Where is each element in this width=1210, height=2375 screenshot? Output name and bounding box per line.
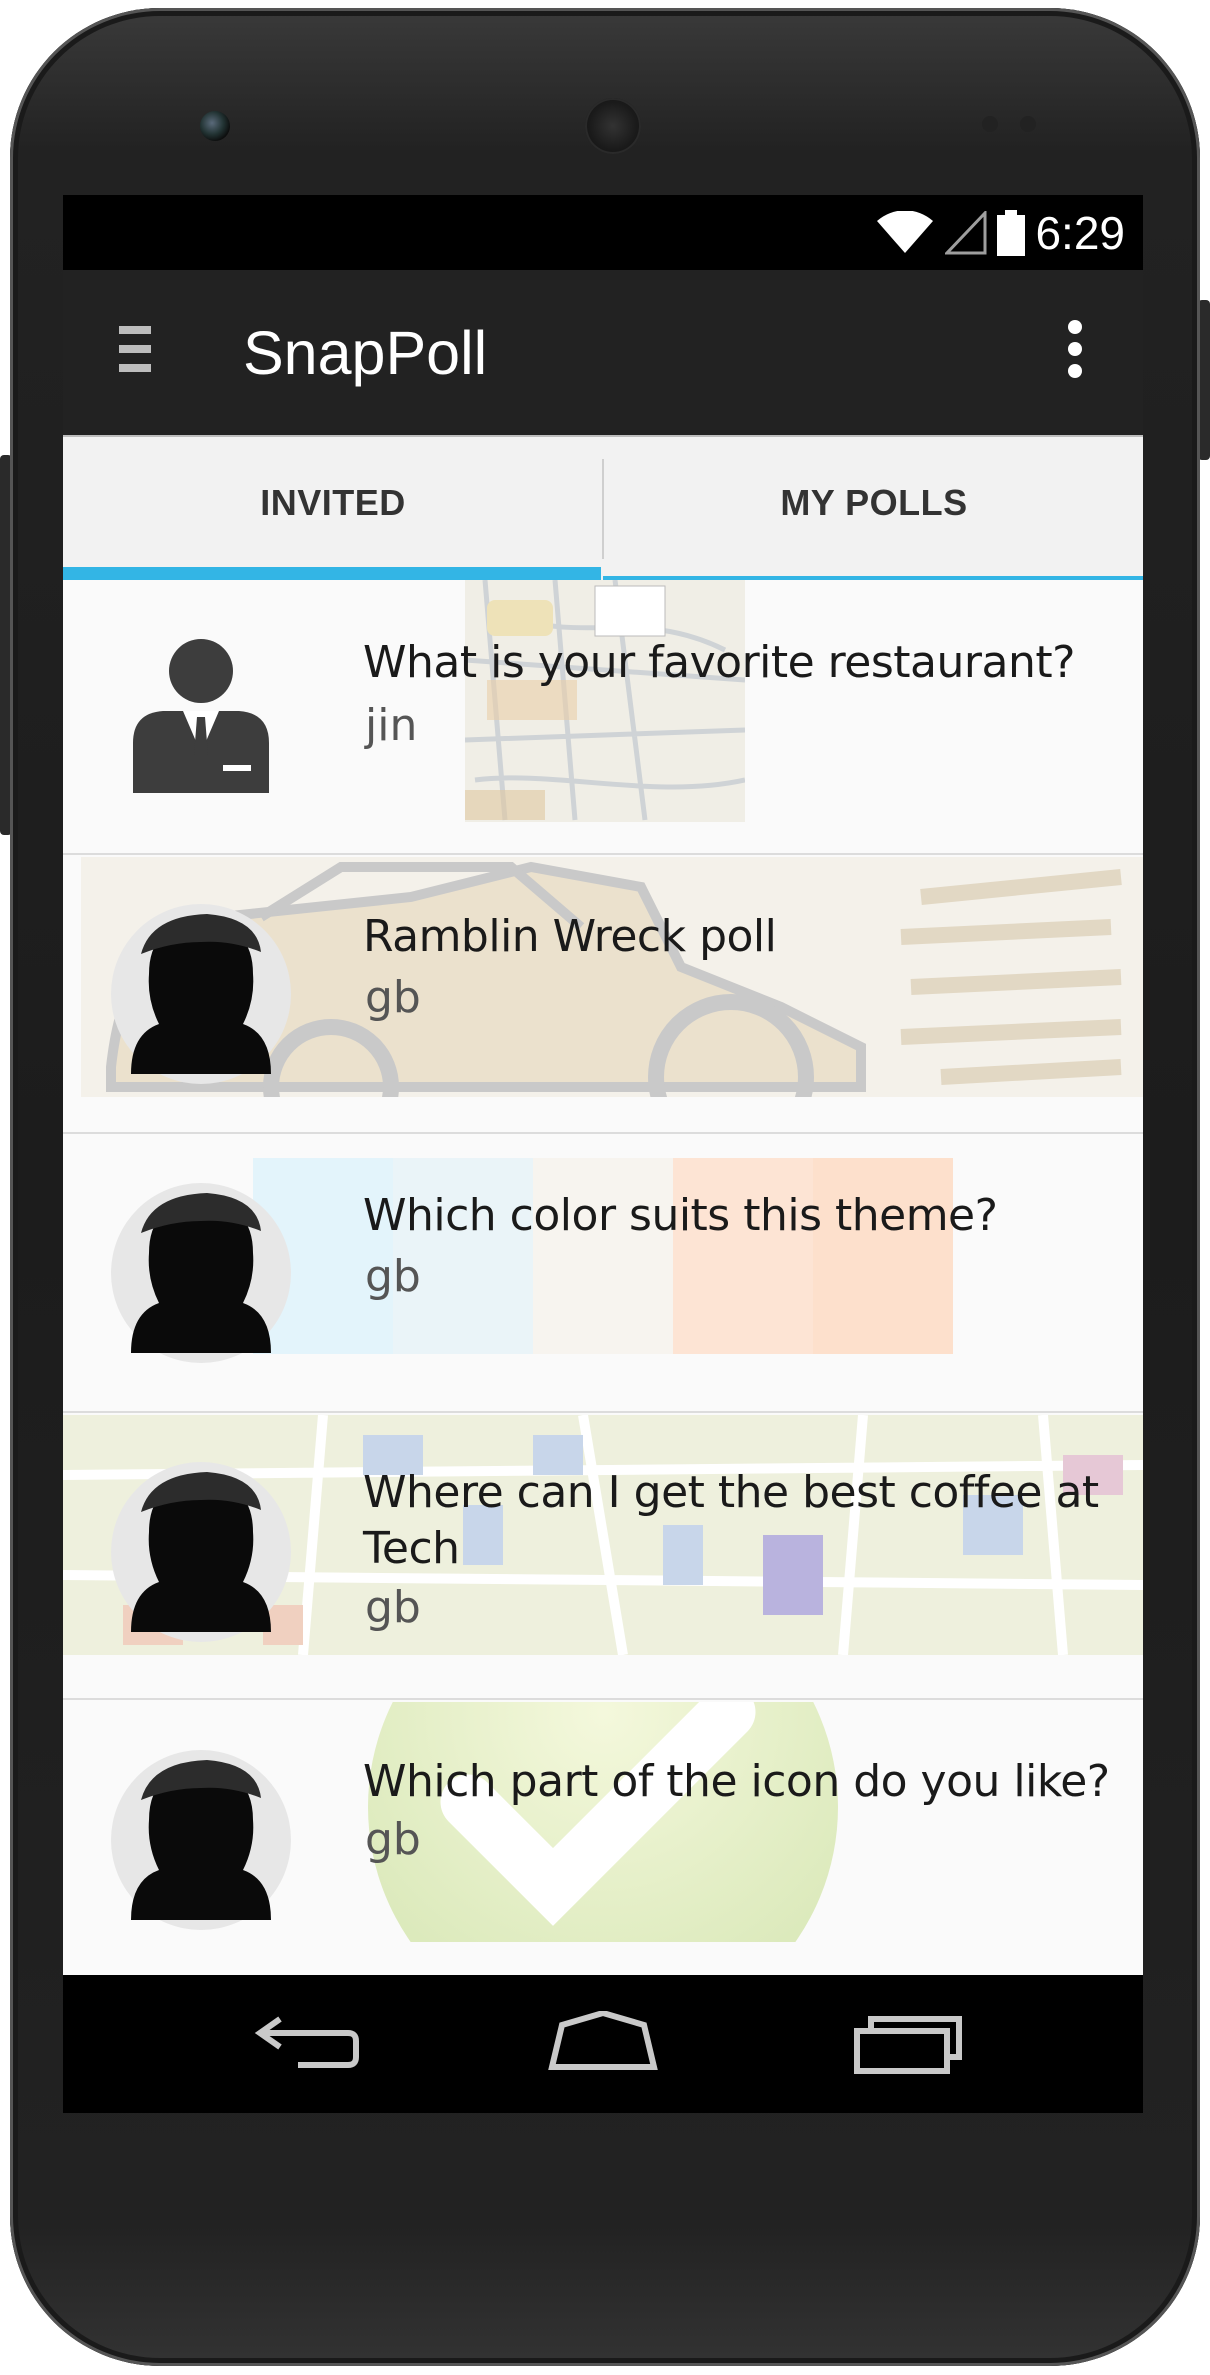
person-silhouette-icon bbox=[111, 1750, 291, 1930]
hamburger-menu-icon[interactable] bbox=[119, 326, 157, 374]
tab-bar: INVITED MY POLLS bbox=[63, 435, 1143, 582]
poll-question: Ramblin Wreck poll bbox=[363, 911, 777, 962]
poll-author: gb bbox=[365, 1582, 421, 1633]
status-bar: 6:29 bbox=[63, 195, 1143, 270]
tab-my-polls[interactable]: MY POLLS bbox=[604, 437, 1143, 580]
poll-author: gb bbox=[365, 1251, 421, 1302]
poll-question: Which color suits this theme? bbox=[363, 1190, 998, 1241]
tab-invited[interactable]: INVITED bbox=[63, 437, 603, 580]
checkmark-logo-background bbox=[368, 1702, 838, 1942]
tab-invited-label: INVITED bbox=[260, 481, 406, 523]
phone-screen: 6:29 SnapPoll INVITED MY POLLS What is y… bbox=[63, 195, 1143, 2113]
poll-question: What is your favorite restaurant? bbox=[363, 637, 1075, 688]
poll-author: jin bbox=[365, 700, 418, 751]
poll-question: Which part of the icon do you like? bbox=[363, 1756, 1110, 1807]
signal-icon bbox=[945, 211, 987, 255]
back-icon[interactable] bbox=[252, 2011, 362, 2077]
poll-item[interactable]: Which color suits this theme? gb bbox=[63, 1136, 1143, 1413]
person-silhouette-icon bbox=[111, 1183, 291, 1363]
home-icon[interactable] bbox=[548, 2011, 658, 2077]
light-sensor bbox=[1020, 116, 1036, 132]
tab-my-polls-label: MY POLLS bbox=[780, 481, 968, 523]
poll-question: Where can I get the best coffee at Tech bbox=[363, 1467, 1099, 1574]
person-silhouette-icon bbox=[111, 904, 291, 1084]
poll-item[interactable]: Where can I get the best coffee at Tech … bbox=[63, 1415, 1143, 1700]
businessman-avatar-icon bbox=[133, 639, 269, 793]
recent-apps-icon[interactable] bbox=[853, 2011, 963, 2077]
poll-item[interactable]: Ramblin Wreck poll gb bbox=[63, 857, 1143, 1134]
earpiece-speaker-icon bbox=[585, 98, 641, 154]
person-silhouette-icon bbox=[111, 1462, 291, 1642]
poll-item[interactable]: Which part of the icon do you like? gb bbox=[63, 1702, 1143, 1975]
status-time: 6:29 bbox=[1035, 207, 1125, 259]
wifi-icon bbox=[877, 211, 934, 253]
action-bar: SnapPoll bbox=[63, 270, 1143, 435]
battery-icon bbox=[997, 210, 1026, 256]
poll-item[interactable]: What is your favorite restaurant? jin bbox=[63, 580, 1143, 855]
poll-author: gb bbox=[365, 1814, 421, 1865]
front-camera-icon bbox=[200, 111, 230, 141]
street-map-background bbox=[465, 580, 745, 822]
status-icons: 6:29 bbox=[875, 209, 1125, 257]
poll-list: What is your favorite restaurant? jin Ra… bbox=[63, 580, 1143, 1975]
proximity-sensor bbox=[982, 116, 998, 132]
overflow-menu-icon[interactable] bbox=[1055, 320, 1095, 384]
poll-author: gb bbox=[365, 972, 421, 1023]
app-title: SnapPoll bbox=[243, 319, 488, 387]
navigation-bar bbox=[63, 1975, 1143, 2113]
